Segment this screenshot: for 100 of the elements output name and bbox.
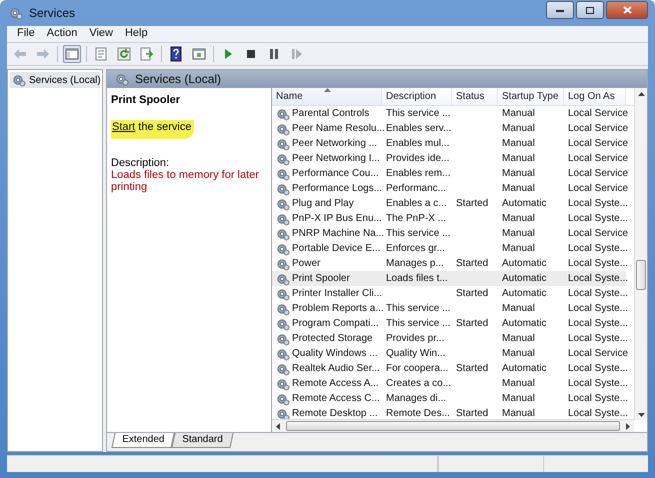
service-icon: [276, 122, 290, 136]
window-title: Services: [29, 6, 76, 20]
table-cell: Realtek Audio Ser...: [292, 363, 380, 374]
table-cell: Remote Access C...: [292, 393, 380, 404]
table-cell: Manual: [502, 243, 535, 254]
table-cell: Plug and Play: [292, 198, 354, 209]
menu-item[interactable]: Help: [118, 26, 154, 42]
service-row[interactable]: Print Spooler Loads files t... Automatic Local Syste...: [272, 271, 626, 286]
table-cell: Manual: [502, 183, 535, 194]
table-cell: Enforces gr...: [386, 243, 445, 254]
service-row[interactable]: PnP-X IP Bus Enu... The PnP-X ... Manual Local Syste...: [272, 211, 626, 226]
scroll-right-icon[interactable]: [626, 423, 630, 430]
table-cell: Local Service: [568, 183, 628, 194]
scroll-down-icon[interactable]: [638, 413, 645, 417]
horizontal-scrollbar[interactable]: [272, 419, 634, 432]
view-tab[interactable]: Standard: [172, 433, 234, 448]
service-row[interactable]: Peer Networking ... Enables mul... Manual Local Service: [272, 136, 626, 151]
vertical-scrollbar[interactable]: [634, 88, 647, 420]
service-icon: [276, 286, 290, 300]
table-cell: Performance Logs...: [292, 183, 382, 194]
scroll-thumb[interactable]: [286, 421, 620, 431]
scroll-thumb[interactable]: [636, 260, 646, 290]
service-icon: [276, 272, 290, 286]
service-row[interactable]: Program Compati... This service ... Started Automatic Local Syste...: [272, 316, 626, 331]
maximize-icon: [586, 6, 594, 14]
service-row[interactable]: Parental Controls This service ... Manual Local Service: [272, 106, 626, 121]
console-tree-icon: [64, 46, 80, 62]
table-cell: Manual: [502, 393, 535, 404]
column-header[interactable]: Startup Type: [498, 88, 564, 105]
tree-item[interactable]: Services (Local): [10, 72, 100, 88]
table-cell: Portable Device E...: [292, 243, 380, 254]
scroll-up-icon[interactable]: [638, 92, 645, 96]
minimize-button[interactable]: [546, 1, 574, 19]
service-row[interactable]: Peer Networking I... Provides ide... Manual Local Service: [272, 151, 626, 166]
table-cell: Loads files t...: [386, 273, 448, 284]
properties-icon: [93, 46, 109, 62]
service-row[interactable]: Problem Reports a... This service ... Manual Local Syste...: [272, 301, 626, 316]
table-cell: Manual: [502, 153, 535, 164]
service-icon: [276, 152, 290, 166]
column-header[interactable]: Status: [452, 88, 498, 105]
table-cell: Started: [456, 288, 488, 299]
service-icon: [276, 362, 290, 376]
service-row[interactable]: Plug and Play Enables a c... Started Automatic Local Syste...: [272, 196, 626, 211]
table-cell: Program Compati...: [292, 318, 379, 329]
service-icon: [276, 136, 290, 150]
table-cell: Started: [456, 198, 488, 209]
table-cell: Local Service: [568, 108, 628, 119]
service-row[interactable]: Printer Installer Cli... Started Automatic Local Syste...: [272, 286, 626, 301]
forward-arrow-icon: [35, 46, 51, 62]
service-row[interactable]: Remote Access C... Manages di... Manual Local Syste...: [272, 391, 626, 406]
service-icon: [276, 226, 290, 240]
service-row[interactable]: Portable Device E... Enforces gr... Manual Local Syste...: [272, 241, 626, 256]
table-cell: Manual: [502, 213, 535, 224]
table-cell: Automatic: [502, 198, 546, 209]
column-header[interactable]: Description: [382, 88, 452, 105]
services-icon: [115, 72, 129, 86]
description-label: Description:: [111, 157, 170, 169]
column-header[interactable]: Name: [272, 88, 382, 105]
service-icon: [276, 182, 290, 196]
scroll-left-icon[interactable]: [276, 423, 280, 430]
table-cell: Enables serv...: [386, 123, 452, 134]
table-cell: Manual: [502, 303, 535, 314]
table-cell: Automatic: [502, 258, 546, 269]
toolbar-button[interactable]: [63, 45, 81, 63]
menu-item[interactable]: Action: [40, 26, 84, 42]
window-icon: [191, 46, 207, 62]
panel-title: Services (Local): [135, 72, 222, 86]
service-row[interactable]: Protected Storage Provides pr... Manual Local Syste...: [272, 331, 626, 346]
close-button[interactable]: [606, 1, 648, 19]
table-cell: Manual: [502, 348, 535, 359]
service-row[interactable]: PNRP Machine Na... This service ... Manual Local Service: [272, 226, 626, 241]
services-app-icon: [9, 6, 23, 20]
menu-item[interactable]: File: [11, 26, 41, 42]
table-cell: Manual: [502, 123, 535, 134]
menu-item[interactable]: View: [83, 26, 119, 42]
table-cell: Peer Networking ...: [292, 138, 378, 149]
service-icon: [276, 332, 290, 346]
start-link[interactable]: Start: [112, 121, 136, 133]
service-row[interactable]: Performance Cou... Enables rem... Manual Local Service: [272, 166, 626, 181]
table-cell: Automatic: [502, 273, 546, 284]
service-icon: [276, 392, 290, 406]
table-cell: PnP-X IP Bus Enu...: [292, 213, 382, 224]
service-row[interactable]: Quality Windows ... Quality Win... Manual Local Service: [272, 346, 626, 361]
service-row[interactable]: Realtek Audio Ser... For coopera... Started Automatic Local Syste...: [272, 361, 626, 376]
service-row[interactable]: Peer Name Resolu...Enables serv... Manual Local Service: [272, 121, 626, 136]
export-list-icon: [139, 46, 155, 62]
minimize-icon: [556, 8, 564, 12]
view-tab[interactable]: Extended: [111, 433, 175, 448]
service-row[interactable]: Remote Access A... Creates a co... Manual Local Syste...: [272, 376, 626, 391]
service-row[interactable]: Performance Logs... Performanc... Manual Local Service: [272, 181, 626, 196]
service-row[interactable]: Power Manages p... Started Automatic Local Syste...: [272, 256, 626, 271]
table-cell: Local Syste...: [568, 303, 628, 314]
column-header[interactable]: Log On As: [564, 88, 626, 105]
table-cell: Automatic: [502, 363, 546, 374]
table-cell: This service ...: [386, 318, 450, 329]
table-cell: Remote Access A...: [292, 378, 379, 389]
table-cell: Manages p...: [386, 258, 444, 269]
maximize-button[interactable]: [576, 1, 604, 19]
service-icon: [276, 302, 290, 316]
table-cell: Manual: [502, 228, 535, 239]
